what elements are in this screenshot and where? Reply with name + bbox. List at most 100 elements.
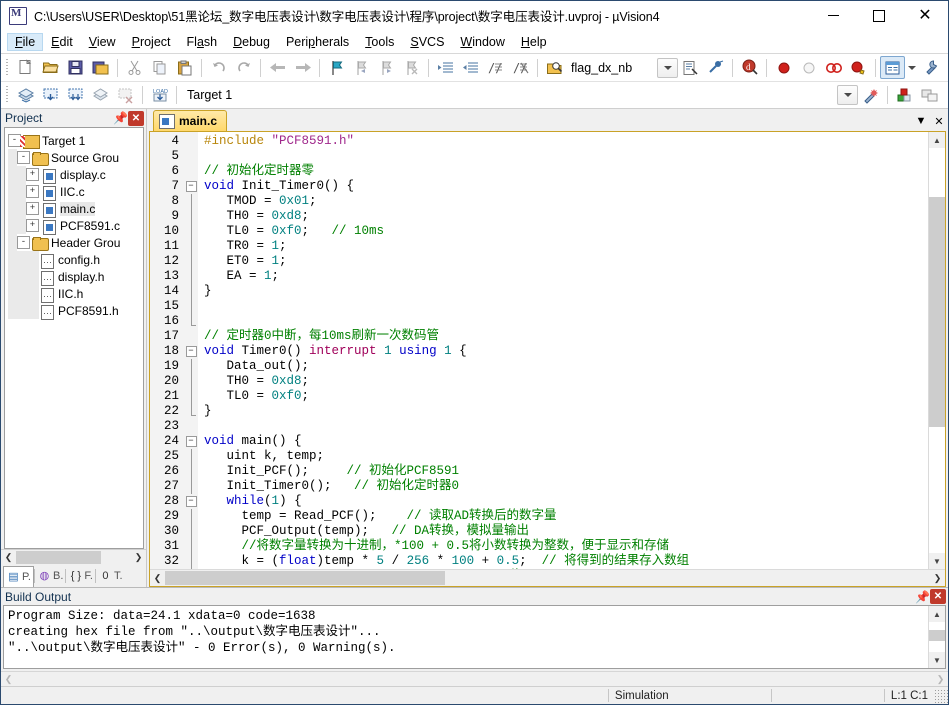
scroll-left-icon[interactable]: ❮ — [1, 550, 16, 565]
window-list-dropdown-icon[interactable]: ▼ — [912, 111, 930, 131]
uncomment-icon[interactable]: // — [508, 56, 533, 79]
fold-toggle-icon[interactable]: − — [184, 179, 198, 194]
hscrollbar-thumb[interactable] — [165, 571, 445, 585]
expand-icon[interactable]: + — [26, 185, 39, 198]
tree-item-iic-h[interactable]: IIC.h — [8, 285, 143, 303]
toolbar-grip[interactable] — [4, 86, 11, 104]
debug-goto-icon[interactable] — [703, 56, 728, 79]
close-icon[interactable]: ✕ — [930, 589, 946, 604]
code-line[interactable]: Init_PCF(); // 初始化PCF8591 — [198, 464, 928, 479]
tree-item-display-c[interactable]: + display.c — [8, 166, 143, 184]
indent-left-icon[interactable] — [458, 56, 483, 79]
menu-file[interactable]: FFileile — [7, 33, 44, 51]
vscrollbar-track[interactable] — [929, 622, 945, 652]
resize-grip-icon[interactable] — [934, 688, 948, 703]
tree-item-config-h[interactable]: config.h — [8, 251, 143, 269]
editor-tab-main-c[interactable]: main.c — [153, 110, 228, 131]
maximize-button[interactable] — [856, 1, 902, 30]
fold-toggle-icon[interactable]: − — [184, 344, 198, 359]
scrollbar-thumb[interactable] — [16, 551, 101, 564]
tree-item-pcf8591-c[interactable]: + PCF8591.c — [8, 217, 143, 235]
source-code[interactable]: #include "PCF8591.h" // 初始化定时器零 void Init… — [198, 132, 928, 569]
code-line[interactable]: uint k, temp; — [198, 449, 928, 464]
collapse-icon[interactable]: - — [17, 236, 30, 249]
code-line[interactable] — [198, 149, 928, 164]
undo-icon[interactable] — [206, 56, 231, 79]
code-folding-column[interactable]: − − − − — [184, 132, 198, 569]
scroll-right-icon[interactable]: ❯ — [930, 571, 945, 585]
collapse-icon[interactable]: - — [17, 151, 30, 164]
vscrollbar-track[interactable] — [929, 148, 945, 553]
code-line[interactable]: PCF_Output(temp); // DA转换，模拟量输出 — [198, 524, 928, 539]
find-in-files-icon[interactable] — [542, 56, 567, 79]
navigate-back-icon[interactable] — [265, 56, 290, 79]
code-line[interactable] — [198, 419, 928, 434]
menu-edit[interactable]: Edit — [43, 33, 81, 51]
code-line[interactable] — [198, 299, 928, 314]
find-input[interactable]: flag_dx_nb — [567, 61, 632, 75]
code-line[interactable]: //将数字量转换为十进制，*100 + 0.5将小数转换为整数，便于显示和存储 — [198, 539, 928, 554]
code-line[interactable]: } — [198, 404, 928, 419]
bookmark-clear-icon[interactable] — [399, 56, 424, 79]
window-dropdown-icon[interactable] — [905, 56, 919, 79]
build-output-hscrollbar[interactable]: ❮ ❯ — [1, 671, 948, 686]
build-output-text[interactable]: Program Size: data=24.1 xdata=0 code=163… — [4, 606, 928, 668]
fold-toggle-icon[interactable]: − — [184, 434, 198, 449]
bookmark-toggle-icon[interactable] — [324, 56, 349, 79]
expand-icon[interactable]: + — [26, 219, 39, 232]
code-line[interactable]: void main() { — [198, 434, 928, 449]
menu-view[interactable]: View — [81, 33, 124, 51]
disable-breakpoint-icon[interactable] — [821, 56, 846, 79]
code-line[interactable]: TR0 = 1; — [198, 239, 928, 254]
pin-icon[interactable]: 📌 — [113, 111, 128, 126]
build-target-icon[interactable] — [38, 84, 63, 107]
kill-all-breakpoints-icon[interactable] — [796, 56, 821, 79]
rebuild-all-icon[interactable] — [63, 84, 88, 107]
minimize-button[interactable] — [810, 1, 856, 30]
paste-icon[interactable] — [172, 56, 197, 79]
toolbar-grip[interactable] — [4, 58, 11, 77]
target-options-icon[interactable] — [858, 84, 883, 107]
code-line[interactable]: TH0 = 0xd8; — [198, 209, 928, 224]
code-line[interactable]: TL0 = 0xf0; — [198, 389, 928, 404]
tree-item-iic-c[interactable]: + IIC.c — [8, 183, 143, 201]
vscrollbar-thumb[interactable] — [929, 196, 945, 428]
code-line[interactable]: } — [198, 284, 928, 299]
tree-item-pcf8591-h[interactable]: PCF8591.h — [8, 302, 143, 320]
editor-close-icon[interactable]: ✕ — [930, 111, 948, 131]
menu-help[interactable]: Help — [513, 33, 555, 51]
scroll-right-icon[interactable]: ❯ — [131, 550, 146, 565]
bookmark-prev-icon[interactable] — [349, 56, 374, 79]
menu-flash[interactable]: Flash — [179, 33, 226, 51]
code-line[interactable]: ET0 = 1; — [198, 254, 928, 269]
code-line[interactable]: temp = Read_PCF(); // 读取AD转换后的数字量 — [198, 509, 928, 524]
panel-tab-f[interactable]: { } F. — [66, 567, 95, 586]
tree-item-target-1[interactable]: - Target 1 — [8, 132, 143, 149]
save-icon[interactable] — [63, 56, 88, 79]
menu-project[interactable]: Project — [124, 33, 179, 51]
code-line[interactable]: TH0 = 0xd8; — [198, 374, 928, 389]
code-line[interactable]: void Timer0() interrupt 1 using 1 { — [198, 344, 928, 359]
panel-tab-b[interactable]: ◍ B. — [35, 567, 65, 586]
tree-item-header-grou[interactable]: - Header Grou — [8, 234, 143, 251]
menu-window[interactable]: Window — [452, 33, 512, 51]
expand-icon[interactable]: + — [26, 202, 39, 215]
manage-multi-project-icon[interactable] — [917, 84, 942, 107]
open-file-icon[interactable] — [38, 56, 63, 79]
project-tree-hscrollbar[interactable]: ❮ ❯ — [1, 549, 146, 565]
code-line[interactable]: TMOD = 0x01; — [198, 194, 928, 209]
comment-icon[interactable]: // — [483, 56, 508, 79]
save-all-icon[interactable] — [88, 56, 113, 79]
build-vscrollbar[interactable]: ▲ ▼ — [928, 606, 945, 668]
scroll-up-icon[interactable]: ▲ — [929, 132, 945, 148]
code-line[interactable]: #include "PCF8591.h" — [198, 134, 928, 149]
scroll-down-icon[interactable]: ▼ — [929, 553, 945, 569]
code-line[interactable]: k = (float)temp * 5 / 256 * 100 + 0.5; /… — [198, 554, 928, 569]
close-icon[interactable]: ✕ — [128, 110, 144, 126]
code-line[interactable]: TL0 = 0xf0; // 10ms — [198, 224, 928, 239]
menu-svcs[interactable]: SVCS — [402, 33, 452, 51]
insert-breakpoint-icon[interactable] — [771, 56, 796, 79]
code-view[interactable]: 4 5 6 7 8 9 10 11 12 13 14 15 16 17 18 19 20 21 22 23 24 25 26… — [150, 132, 928, 569]
code-line[interactable]: while(1) { — [198, 494, 928, 509]
scroll-up-icon[interactable]: ▲ — [929, 606, 945, 622]
